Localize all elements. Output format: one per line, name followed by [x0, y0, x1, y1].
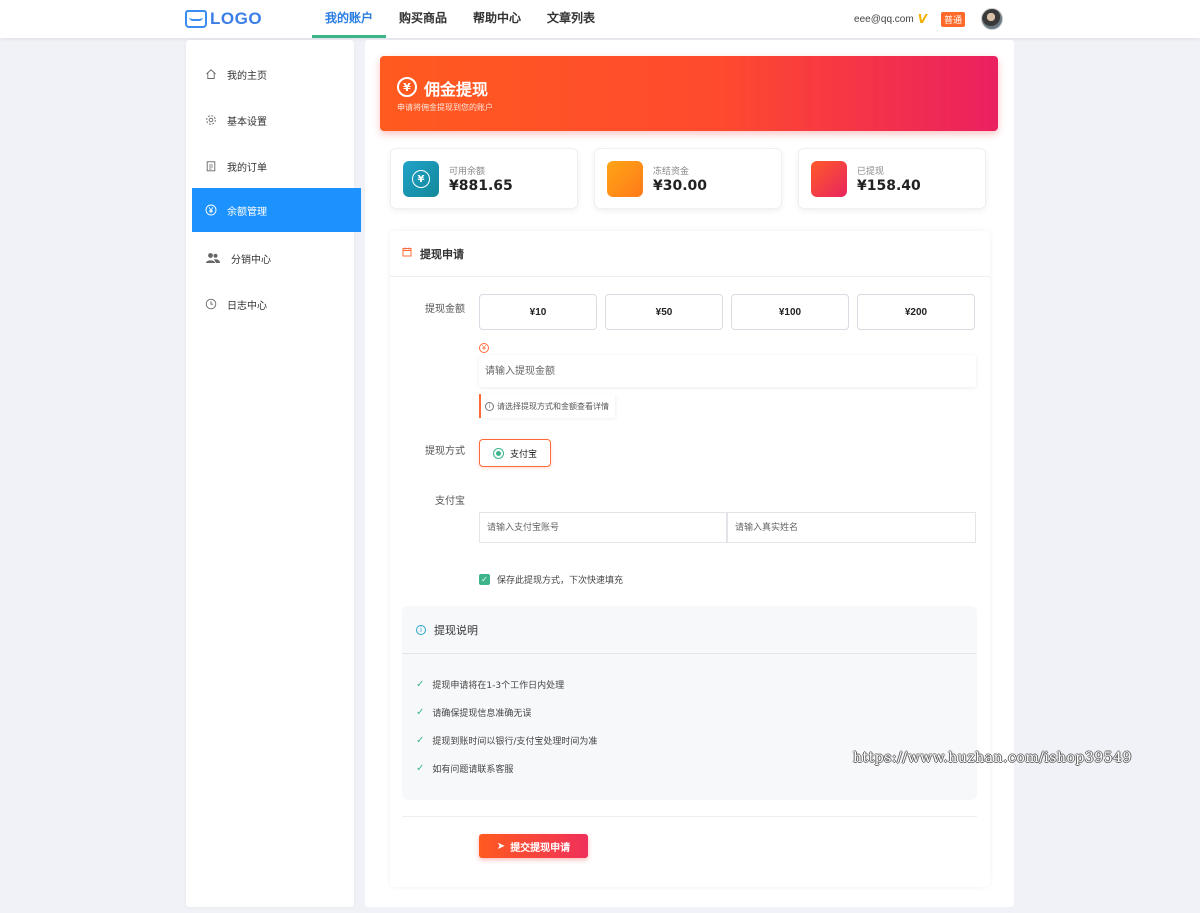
alipay-section-label: 支付宝 [435, 496, 465, 507]
amount-option-10[interactable]: ¥10 [479, 294, 597, 330]
yen-glyph: ¥ [412, 170, 430, 188]
form-icon [402, 247, 412, 260]
note-text: 提现到账时间以银行/支付宝处理时间为准 [432, 737, 598, 747]
send-icon: ➤ [496, 840, 506, 852]
sidebar-item-home[interactable]: 我的主页 [192, 52, 361, 96]
withdraw-form-card: 提现申请 提现金额 ¥10 ¥50 ¥100 ¥200 ¥ i 请选择提现方式和… [390, 231, 990, 887]
form-header: 提现申请 [390, 231, 990, 277]
stat-value: ¥158.40 [857, 178, 921, 194]
submit-withdraw-button[interactable]: ➤ 提交提现申请 [479, 834, 588, 858]
sidebar-item-label: 分销中心 [231, 254, 271, 266]
user-email[interactable]: eee@qq.com [854, 14, 914, 25]
stat-label: 已提现 [857, 167, 885, 177]
note-text: 请确保提现信息准确无误 [432, 709, 532, 719]
withdrawn-icon [811, 161, 847, 197]
note-item: ✓ 请确保提现信息准确无误 [416, 706, 531, 719]
stat-value: ¥881.65 [449, 178, 513, 194]
note-item: ✓ 提现申请将在1-3个工作日内处理 [416, 678, 564, 691]
user-menu[interactable]: eee@qq.com V 普通 [854, 8, 1003, 30]
sidebar-item-orders[interactable]: 我的订单 [192, 144, 361, 188]
sidebar-item-settings[interactable]: 基本设置 [192, 98, 361, 142]
radio-selected-icon [493, 447, 504, 459]
sidebar-item-distribution[interactable]: 分销中心 [192, 236, 361, 280]
sidebar-item-label: 日志中心 [227, 300, 267, 312]
method-option-label: 支付宝 [510, 449, 538, 460]
clipboard-icon [204, 159, 218, 173]
check-icon: ✓ [416, 763, 425, 774]
nav-item-help-center[interactable]: 帮助中心 [460, 0, 534, 38]
page-title: 佣金提现 [424, 80, 489, 99]
check-icon: ✓ [416, 707, 425, 718]
vip-icon: V [917, 12, 927, 26]
users-icon [204, 251, 222, 265]
note-text: 提现申请将在1-3个工作日内处理 [432, 681, 565, 691]
lock-icon [607, 161, 643, 197]
stat-card-available: ¥ 可用余额 ¥881.65 [390, 148, 578, 209]
amount-label: 提现金额 [425, 304, 465, 315]
level-badge: 普通 [940, 11, 965, 27]
withdraw-notes: i 提现说明 ✓ 提现申请将在1-3个工作日内处理 ✓ 请确保提现信息准确无误 … [402, 606, 977, 800]
amount-option-50[interactable]: ¥50 [605, 294, 723, 330]
yen-icon: ¥ [479, 343, 489, 353]
sidebar-item-logs[interactable]: 日志中心 [192, 282, 361, 326]
sidebar: 我的主页 基本设置 我的订单 余额管理 分销中心 日志中心 [186, 40, 361, 907]
clock-icon [204, 297, 218, 311]
sidebar-item-label: 我的订单 [227, 162, 267, 174]
yen-circle-icon: ¥ [397, 77, 417, 97]
sidebar-item-balance[interactable]: 余额管理 [192, 188, 361, 232]
check-icon: ✓ [416, 679, 425, 690]
submit-label: 提交提现申请 [510, 842, 571, 854]
divider [402, 816, 977, 817]
save-method-row[interactable]: ✓ 保存此提现方式，下次快速填充 [479, 573, 623, 586]
nav-item-article-list[interactable]: 文章列表 [534, 0, 608, 38]
stat-label: 可用余额 [449, 167, 486, 177]
sidebar-item-label: 基本设置 [227, 116, 267, 128]
form-title: 提现申请 [420, 247, 464, 261]
stat-label: 冻结资金 [653, 167, 690, 177]
method-option-alipay[interactable]: 支付宝 [479, 439, 551, 467]
home-icon [204, 67, 218, 81]
notes-title: 提现说明 [434, 623, 478, 637]
logo-text: LOGO [210, 9, 263, 28]
method-label: 提现方式 [425, 446, 465, 457]
amount-input[interactable] [479, 355, 976, 387]
wallet-icon: ¥ [403, 161, 439, 197]
gear-icon [204, 113, 218, 127]
hint-text: 请选择提现方式和金额查看详情 [497, 401, 609, 411]
top-navbar: LOGO 我的账户 购买商品 帮助中心 文章列表 eee@qq.com V 普通 [0, 0, 1200, 38]
info-icon: i [485, 401, 494, 411]
sidebar-item-label: 余额管理 [227, 206, 267, 218]
withdraw-banner: ¥ 佣金提现 申请将佣金提现到您的账户 [380, 56, 998, 131]
avatar[interactable] [981, 8, 1003, 30]
note-text: 如有问题请联系客服 [432, 765, 514, 775]
real-name-input[interactable] [727, 512, 976, 543]
sidebar-item-label: 我的主页 [227, 70, 267, 82]
site-logo[interactable]: LOGO [185, 8, 262, 30]
check-icon: ✓ [416, 735, 425, 746]
notes-header: i 提现说明 [402, 606, 977, 654]
nav-item-my-account[interactable]: 我的账户 [312, 0, 387, 38]
page-subtitle: 申请将佣金提现到您的账户 [397, 103, 493, 112]
stat-card-withdrawn: 已提现 ¥158.40 [798, 148, 986, 209]
note-item: ✓ 如有问题请联系客服 [416, 762, 513, 775]
amount-option-200[interactable]: ¥200 [857, 294, 975, 330]
watermark: https://www.huzhan.com/ishop39549 [853, 750, 1132, 766]
alipay-account-input[interactable] [479, 512, 727, 543]
main-nav: 我的账户 购买商品 帮助中心 文章列表 [312, 0, 608, 38]
yen-circle-icon [204, 203, 218, 217]
stat-value: ¥30.00 [653, 178, 708, 194]
store-icon [185, 10, 207, 28]
note-item: ✓ 提现到账时间以银行/支付宝处理时间为准 [416, 734, 597, 747]
nav-item-buy-products[interactable]: 购买商品 [386, 0, 460, 38]
amount-hint: i 请选择提现方式和金额查看详情 [479, 394, 615, 418]
main-content: ¥ 佣金提现 申请将佣金提现到您的账户 ¥ 可用余额 ¥881.65 冻结资金 … [365, 40, 1014, 907]
amount-option-100[interactable]: ¥100 [731, 294, 849, 330]
stat-card-frozen: 冻结资金 ¥30.00 [594, 148, 782, 209]
save-method-checkbox[interactable]: ✓ [479, 574, 490, 585]
save-method-label: 保存此提现方式，下次快速填充 [497, 576, 624, 586]
info-icon: i [416, 624, 426, 635]
